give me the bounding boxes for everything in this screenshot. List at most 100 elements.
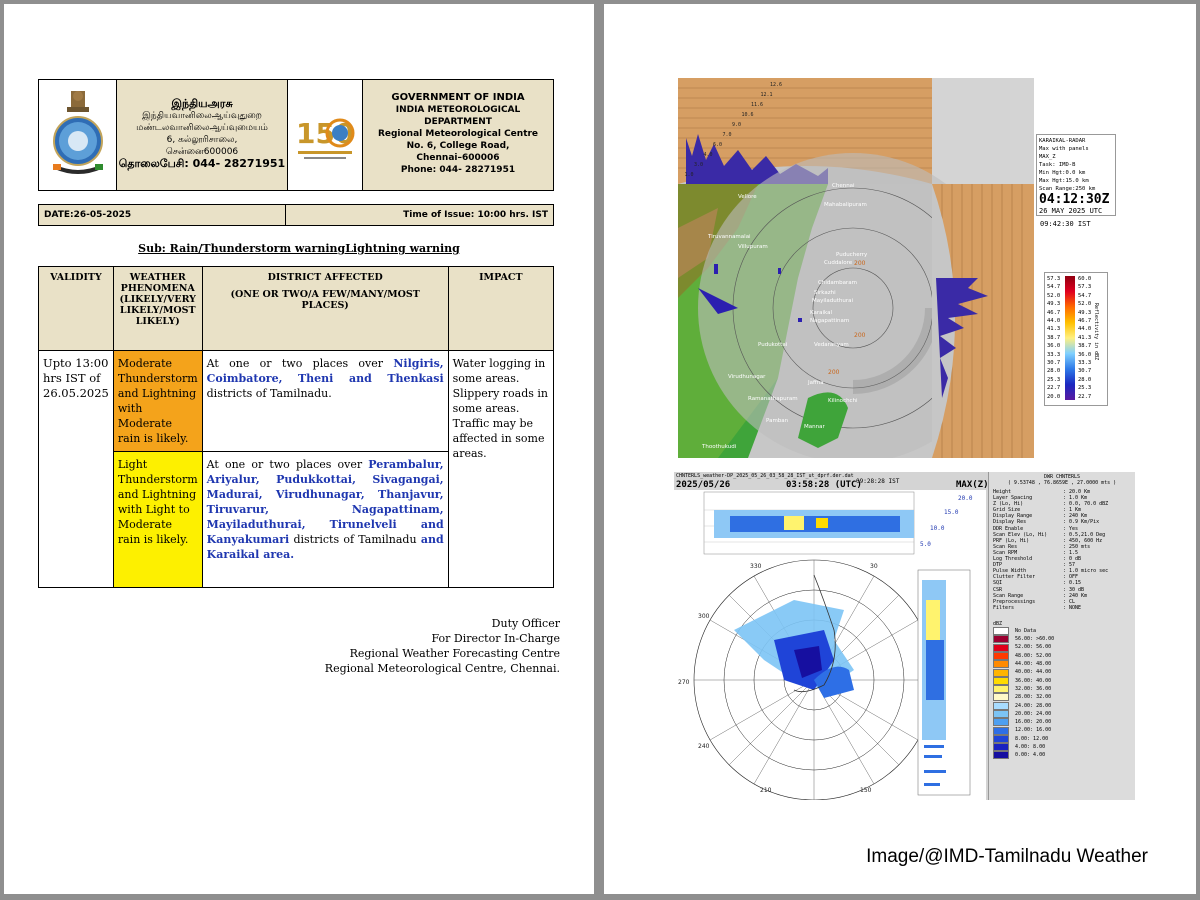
legend-label: 0.00: 4.00 [1015,752,1046,759]
legend-entry: 36.00: 40.00 [993,676,1135,685]
height-tick: 10.6 [742,112,754,118]
district-suffix: districts of Tamilnadu. [206,387,332,400]
legend-label: 4.00: 8.00 [1015,744,1046,751]
azimuth-label: 240 [698,743,710,750]
parameter-row: Filters: NONE [993,605,1135,611]
legend-label: No Data [1015,627,1037,634]
radar1-date: 26 MAY 2025 UTC [1039,207,1103,215]
legend-value: 54.7 [1078,292,1092,299]
place-label: Jaffna [807,380,824,386]
radar-page: 12.6 12.1 11.6 10.6 9.0 7.0 6.0 4.0 3.0 1.0 Chenn… [604,4,1196,894]
legend-value: 33.3 [1078,360,1092,367]
legend-label: 12.00: 16.00 [1015,727,1052,734]
col-district-sub: (ONE OR TWO/A FEW/MANY/MOST PLACES) [230,289,420,311]
legend-swatch [993,743,1009,752]
legend-value: 20.0 [1047,393,1061,400]
place-label: Pamban [766,418,789,424]
info-line: Max Hgt:15.0 km [1039,178,1089,184]
tamil-centre: மண்டலவானிலைஆய்வுமையம் [136,123,268,133]
azimuth-label: 300 [698,613,710,620]
legend-value: 28.0 [1047,368,1061,375]
legend-value: 52.0 [1078,301,1092,308]
place-label: Kilinochchi [828,398,858,404]
legend-entry: 16.00: 20.00 [993,718,1135,727]
legend-entry: 44.00: 48.00 [993,660,1135,669]
legend-value: 25.3 [1078,385,1092,392]
legend-label: 56.00: >60.00 [1015,636,1055,643]
legend-label: 16.00: 20.00 [1015,719,1052,726]
dbz-legend: No Data 56.00: >60.00 52.00: 56.00 48.00: 5… [993,627,1135,760]
ashoka-emblem-cell [39,80,117,190]
legend-swatch [993,676,1009,685]
legend-label: 24.00: 28.00 [1015,702,1052,709]
place-label: Mannar [804,424,825,430]
legend-swatch [993,709,1009,718]
centre-title: Regional Meteorological Centre [377,129,539,139]
height-tick: 9.0 [732,122,741,128]
azimuth-label: 210 [760,787,772,794]
legend-label: 8.00: 12.00 [1015,735,1049,742]
district-cell: At one or two places over Perambalur, Ar… [201,451,449,588]
height-tick: 1.0 [685,172,694,178]
dept-title: INDIA METEOROLOGICAL DEPARTMENT [395,105,521,127]
legend-value: 57.3 [1078,284,1092,291]
place-label: Mahabalipuram [824,202,867,208]
place-label: Vellore [738,194,757,200]
legend-value: 44.0 [1078,326,1092,333]
legend-value: 44.0 [1047,318,1061,325]
subject-line: Sub: Rain/Thunderstorm warningLightning … [138,242,460,255]
height-label: 10.0 [930,525,945,532]
azimuth-label: 30 [870,563,878,570]
warning-table: VALIDITY WEATHER PHENOMENA (LIKELY/VERY … [38,266,555,588]
col-impact: IMPACT [447,266,555,351]
signature-line: Duty Officer [491,617,560,630]
legend-swatch [993,693,1009,702]
legend-swatch [993,651,1009,660]
validity-cell: Upto 13:00 hrs IST of 26.05.2025 [38,350,114,588]
height-label: 5.0 [920,541,931,548]
legend-label: 52.00: 56.00 [1015,644,1052,651]
parameter-key: Filters [993,604,1015,611]
radar1-legend: 57.3 54.7 52.0 49.3 46.7 44.0 41.3 38.7 36.0 33.3… [1044,272,1108,406]
tamil-address-cell: இந்தியஅரசு இந்தியவானிலைஆய்வுதுறை மண்டலவா… [117,80,288,190]
district-prefix: At one or two places over [206,458,369,471]
legend-label: 20.00: 24.00 [1015,710,1052,717]
legend-swatch [993,685,1009,694]
place-label: Sirkazhi [814,290,836,296]
district-suffix: districts of Tamilnadu [289,533,421,546]
radar1-ist: 09:42:30 IST [1040,220,1091,228]
phenomena-text: Light Thunderstorm and Lightning with Li… [117,458,198,546]
legend-entry: 32.00: 36.00 [993,685,1135,694]
legend-value: 28.0 [1078,376,1092,383]
radar2-plot: 20.015.010.05.0 330303006027090240120210… [674,490,986,800]
range-label: 200 [828,369,840,376]
legend-label: 44.00: 48.00 [1015,661,1052,668]
legend-value: 30.7 [1047,360,1061,367]
legend-entry: 56.00: >60.00 [993,635,1135,644]
place-label: Virudhunagar [728,374,766,380]
legend-entry: 0.00: 4.00 [993,751,1135,760]
place-label: Villupuram [738,244,768,250]
legend-value: 41.3 [1047,326,1061,333]
radar1-time: 04:12:30Z [1039,192,1110,207]
legend-value: 36.0 [1078,351,1092,358]
legend-swatch [993,635,1009,644]
legend-label: 28.00: 32.00 [1015,694,1052,701]
place-label: Karaikal [810,310,832,316]
legend-value: 49.3 [1078,309,1092,316]
gov-title: GOVERNMENT OF INDIA [391,92,525,103]
legend-swatch [993,701,1009,710]
imd-emblem-icon [52,91,103,174]
district-prefix: At one or two places over [206,357,394,370]
place-label: Puducherry [836,252,868,258]
radar1-info-box: KARAIKAL-RADAR Max with panels MAX_Z Tas… [1036,134,1116,216]
district-cell: At one or two places over Nilgiris, Coim… [201,350,449,452]
legend-entry: 28.00: 32.00 [993,693,1135,702]
tamil-address: 6, கல்லூரிசாலை, [166,135,238,145]
signature-block: Duty Officer For Director In-Charge Regi… [325,616,560,676]
legend-value: 52.0 [1047,292,1061,299]
range-label: 200 [854,260,866,267]
radar2-date: 2025/05/26 [676,480,731,490]
legend-value: 33.3 [1047,351,1061,358]
height-ticks-panel [932,78,1034,184]
